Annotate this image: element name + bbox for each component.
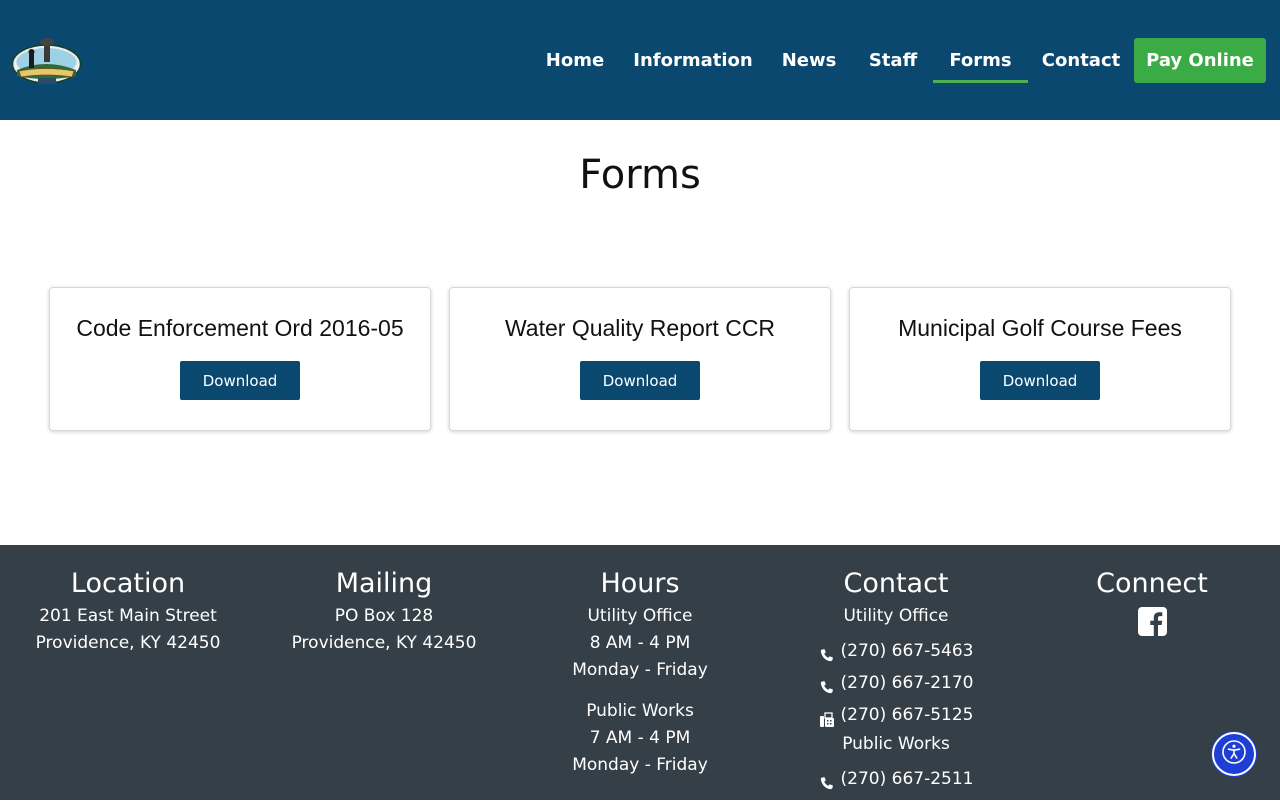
contact-phone-number: (270) 667-2170 bbox=[840, 673, 974, 693]
pay-online-button[interactable]: Pay Online bbox=[1134, 38, 1266, 83]
download-button[interactable]: Download bbox=[180, 361, 300, 400]
hours-line: 7 AM - 4 PM bbox=[589, 728, 691, 748]
download-button[interactable]: Download bbox=[580, 361, 700, 400]
nav-forms[interactable]: Forms bbox=[933, 38, 1028, 83]
phone-icon bbox=[819, 643, 835, 662]
address-line: 201 East Main Street bbox=[39, 606, 217, 626]
footer-hours-heading: Hours bbox=[600, 568, 680, 599]
form-card: Code Enforcement Ord 2016-05 Download bbox=[49, 287, 431, 431]
hours-line: 8 AM - 4 PM bbox=[589, 633, 691, 653]
contact-phone-number: (270) 667-2511 bbox=[840, 769, 974, 789]
form-card: Water Quality Report CCR Download bbox=[449, 287, 831, 431]
hours-line: Monday - Friday bbox=[572, 660, 708, 680]
address-line: Providence, KY 42450 bbox=[35, 633, 221, 653]
accessibility-icon bbox=[1221, 739, 1247, 769]
contact-label: Public Works bbox=[842, 734, 950, 754]
footer-location-heading: Location bbox=[70, 568, 186, 599]
nav-news[interactable]: News bbox=[782, 38, 837, 83]
contact-fax-number: (270) 667-5125 bbox=[840, 705, 974, 725]
main-nav: Home Information News Staff Forms Contac… bbox=[0, 38, 1280, 83]
contact-phone-number: (270) 667-5463 bbox=[840, 641, 974, 661]
mailing-line: Providence, KY 42450 bbox=[291, 633, 477, 653]
nav-contact[interactable]: Contact bbox=[1042, 38, 1120, 83]
site-footer: Location 201 East Main Street Providence… bbox=[0, 545, 1280, 800]
form-card-title: Water Quality Report CCR bbox=[504, 315, 776, 341]
fax-icon bbox=[819, 707, 835, 727]
contact-label: Utility Office bbox=[843, 606, 949, 626]
footer-contact-heading: Contact bbox=[843, 568, 949, 599]
page-title: Forms bbox=[579, 152, 701, 198]
nav-staff[interactable]: Staff bbox=[869, 38, 917, 83]
footer-connect-heading: Connect bbox=[1096, 568, 1208, 599]
nav-home[interactable]: Home bbox=[546, 38, 604, 83]
contact-fax: (270) 667-5125 bbox=[768, 699, 1024, 731]
hours-line: Public Works bbox=[586, 701, 694, 721]
footer-connect: Connect bbox=[1024, 567, 1280, 640]
download-button[interactable]: Download bbox=[980, 361, 1100, 400]
footer-hours: Hours Utility Office 8 AM - 4 PM Monday … bbox=[512, 567, 768, 779]
phone-icon bbox=[819, 675, 835, 694]
mailing-line: PO Box 128 bbox=[334, 606, 434, 626]
hours-line: Utility Office bbox=[587, 606, 693, 626]
nav-information[interactable]: Information bbox=[633, 38, 752, 83]
accessibility-button[interactable] bbox=[1212, 732, 1256, 776]
footer-contact: Contact Utility Office (270) 667-5463 (2… bbox=[768, 567, 1024, 795]
facebook-icon[interactable] bbox=[1137, 607, 1167, 640]
footer-location: Location 201 East Main Street Providence… bbox=[0, 567, 256, 657]
form-card: Municipal Golf Course Fees Download bbox=[849, 287, 1231, 431]
contact-phone[interactable]: (270) 667-5463 bbox=[768, 635, 1024, 667]
site-header: Home Information News Staff Forms Contac… bbox=[0, 0, 1280, 120]
footer-mailing: Mailing PO Box 128 Providence, KY 42450 bbox=[256, 567, 512, 657]
hours-line: Monday - Friday bbox=[572, 755, 708, 775]
form-card-title: Municipal Golf Course Fees bbox=[898, 315, 1182, 341]
phone-icon bbox=[819, 771, 835, 790]
form-card-title: Code Enforcement Ord 2016-05 bbox=[76, 315, 404, 341]
contact-phone[interactable]: (270) 667-2170 bbox=[768, 667, 1024, 699]
footer-mailing-heading: Mailing bbox=[335, 568, 433, 599]
contact-phone[interactable]: (270) 667-2511 bbox=[768, 763, 1024, 795]
